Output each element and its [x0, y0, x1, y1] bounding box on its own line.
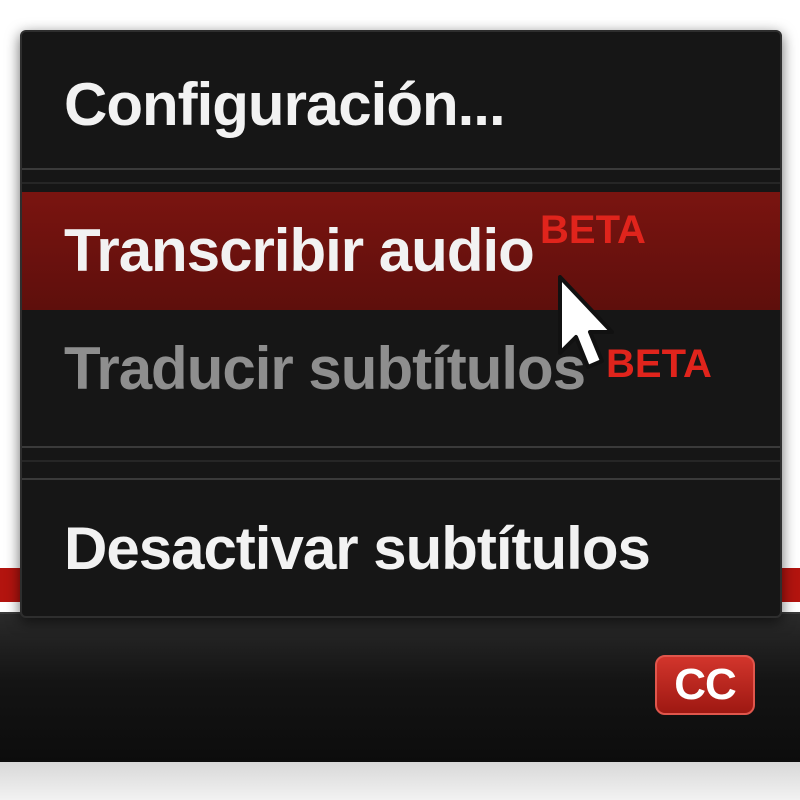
menu-item-label: Traducir subtítulos — [64, 335, 586, 402]
captions-menu: Configuración... Transcribir audio BETA … — [20, 30, 782, 618]
captions-button[interactable]: CC — [655, 655, 755, 715]
menu-separator — [22, 446, 780, 448]
video-player: CC Configuración... Transcribir audio BE… — [0, 0, 800, 800]
player-bottom-edge — [0, 762, 800, 800]
menu-item-label: Transcribir audio — [64, 217, 535, 284]
menu-separator — [22, 460, 780, 462]
menu-separator — [22, 182, 780, 184]
menu-item-transcribe-audio[interactable]: Transcribir audio BETA — [22, 192, 780, 310]
beta-badge: BETA — [540, 208, 646, 252]
menu-item-settings[interactable]: Configuración... — [22, 50, 780, 160]
arrow-pointer-icon — [558, 275, 614, 369]
menu-item-label: Configuración... — [64, 71, 506, 138]
menu-item-translate-captions[interactable]: Traducir subtítulos BETA — [22, 314, 780, 424]
menu-separator — [22, 168, 780, 170]
menu-item-disable-captions[interactable]: Desactivar subtítulos — [22, 494, 780, 604]
menu-separator — [22, 478, 780, 480]
menu-item-label: Desactivar subtítulos — [64, 515, 651, 582]
